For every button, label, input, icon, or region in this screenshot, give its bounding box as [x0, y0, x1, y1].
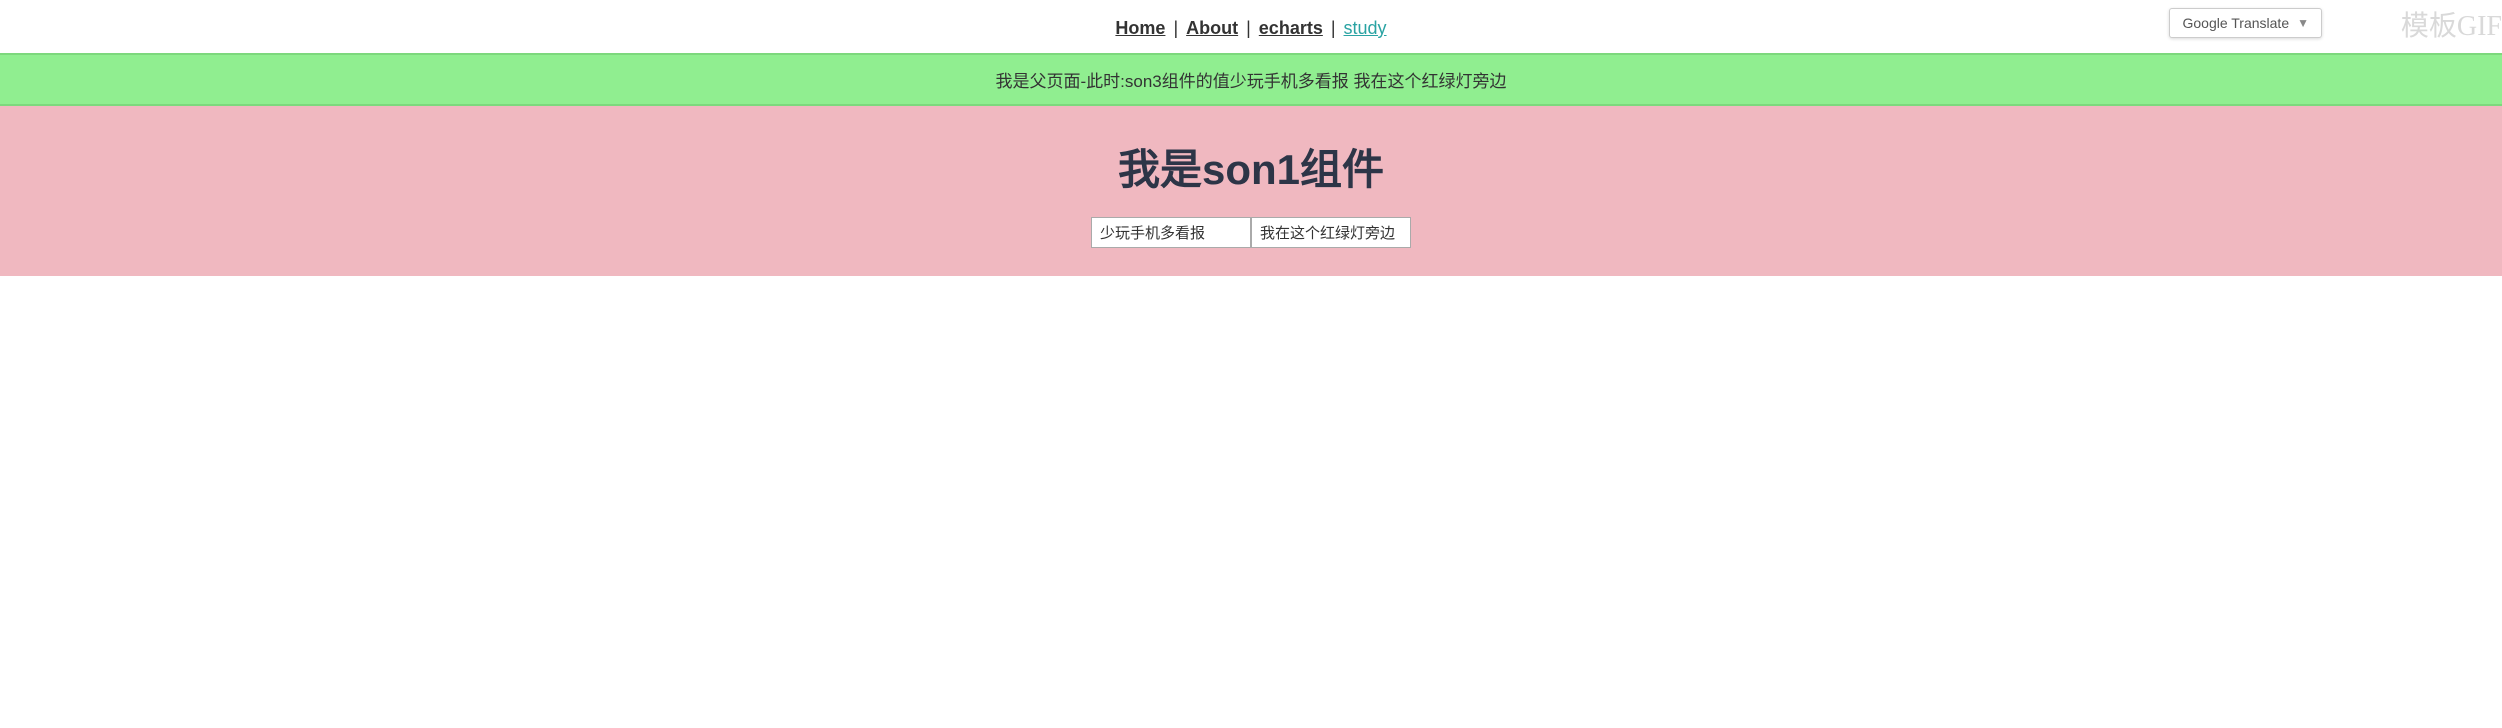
watermark: 模板GIF — [2401, 4, 2502, 44]
son1-input-1[interactable] — [1091, 217, 1251, 248]
son1-title: 我是son1组件 — [0, 136, 2502, 197]
nav-link-home[interactable]: Home — [1115, 18, 1165, 39]
nav-link-study[interactable]: study — [1344, 18, 1387, 39]
nav-link-about[interactable]: About — [1186, 18, 1238, 39]
nav-separator-3: | — [1331, 18, 1336, 39]
son1-inputs-container — [0, 217, 2502, 248]
google-translate-widget[interactable]: Google Translate ▼ — [2169, 8, 2322, 38]
son1-component: 我是son1组件 — [0, 106, 2502, 276]
translate-dropdown-icon[interactable]: ▼ — [2297, 16, 2309, 30]
green-banner-text: 我是父页面-此时:son3组件的值少玩手机多看报 我在这个红绿灯旁边 — [996, 72, 1507, 91]
navigation: Home | About | echarts | study — [0, 0, 2502, 53]
nav-separator-2: | — [1246, 18, 1251, 39]
son1-input-2[interactable] — [1251, 217, 1411, 248]
green-banner: 我是父页面-此时:son3组件的值少玩手机多看报 我在这个红绿灯旁边 — [0, 53, 2502, 106]
nav-link-echarts[interactable]: echarts — [1259, 18, 1323, 39]
nav-separator-1: | — [1173, 18, 1178, 39]
google-translate-label: Google Translate — [2182, 15, 2289, 31]
